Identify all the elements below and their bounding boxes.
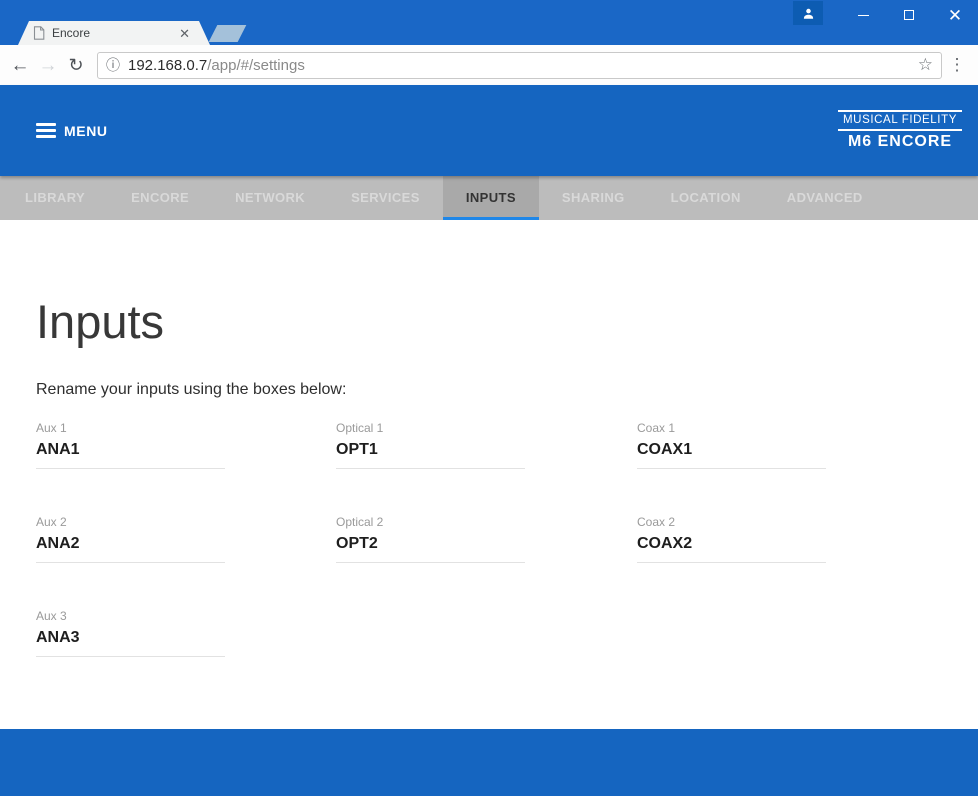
rename-input-opt1[interactable] (336, 434, 525, 469)
tab-inputs[interactable]: INPUTS (442, 176, 539, 220)
input-label: Optical 1 (336, 420, 384, 435)
rename-input-ana3[interactable] (36, 622, 225, 657)
rename-input-opt2[interactable] (336, 528, 525, 563)
page-info-icon[interactable]: ⓘ (106, 55, 120, 75)
menu-button[interactable]: MENU (36, 123, 108, 139)
url-path: /app/#/settings (207, 56, 305, 74)
brand-name: MUSICAL FIDELITY (838, 110, 962, 131)
brand-logo: MUSICAL FIDELITY M6 ENCORE (838, 110, 962, 151)
product-name: M6 ENCORE (847, 133, 953, 150)
input-label: Aux 2 (36, 514, 67, 529)
person-icon (803, 8, 813, 19)
input-field-group: Coax 1 (637, 421, 937, 469)
input-label: Optical 2 (336, 514, 384, 529)
menu-label: MENU (64, 122, 108, 139)
url-host: 192.168.0.7 (128, 56, 208, 74)
tab-network[interactable]: NETWORK (212, 176, 328, 220)
browser-tab-title: Encore (52, 26, 91, 40)
bookmark-star-icon[interactable]: ☆ (918, 55, 933, 75)
input-label: Coax 1 (637, 420, 676, 435)
settings-nav: LIBRARY ENCORE NETWORK SERVICES INPUTS SHARIN… (0, 176, 978, 220)
close-icon: ✕ (947, 5, 963, 25)
input-label: Aux 1 (36, 420, 67, 435)
input-field-group: Aux 2 (36, 515, 336, 563)
new-tab-button[interactable] (208, 25, 247, 42)
tab-close-icon[interactable]: ✕ (177, 27, 192, 40)
input-field-group: Optical 2 (336, 515, 637, 563)
inputs-grid: Aux 1 Optical 1 Coax 1 Aux 2 Optical 2 Coax 2… (36, 421, 942, 657)
minimize-button[interactable] (840, 0, 886, 30)
maximize-button[interactable] (886, 0, 932, 30)
page-title: Inputs (36, 295, 165, 348)
hamburger-icon (36, 123, 56, 138)
rename-input-coax1[interactable] (637, 434, 826, 469)
close-button[interactable]: ✕ (932, 0, 978, 30)
minimize-icon (857, 14, 869, 16)
input-field-group: Aux 1 (36, 421, 336, 469)
browser-titlebar: Encore ✕ ✕ (0, 0, 978, 45)
browser-toolbar: ← → ↻ ⓘ 192.168.0.7/app/#/settings ☆ ⋮ (0, 45, 978, 85)
page-favicon-icon (33, 26, 45, 40)
tab-encore[interactable]: ENCORE (108, 176, 212, 220)
browser-menu-icon[interactable]: ⋮ (942, 55, 972, 75)
app-footer (0, 729, 978, 796)
page-subtitle: Rename your inputs using the boxes below… (36, 380, 347, 398)
browser-tab[interactable]: Encore ✕ (18, 21, 210, 45)
input-field-group: Coax 2 (637, 515, 937, 563)
app-header: MENU MUSICAL FIDELITY M6 ENCORE (0, 85, 978, 176)
tab-library[interactable]: LIBRARY (2, 176, 108, 220)
input-label: Aux 3 (36, 608, 67, 623)
address-bar[interactable]: ⓘ 192.168.0.7/app/#/settings ☆ (97, 51, 942, 79)
main-content: Inputs Rename your inputs using the boxe… (0, 220, 978, 729)
back-icon[interactable]: ← (6, 56, 34, 75)
tab-sharing[interactable]: SHARING (539, 176, 648, 220)
rename-input-ana1[interactable] (36, 434, 225, 469)
maximize-icon (904, 10, 914, 20)
input-field-group: Aux 3 (36, 609, 336, 657)
input-label: Coax 2 (637, 514, 676, 529)
tab-advanced[interactable]: ADVANCED (764, 176, 886, 220)
profile-button[interactable] (793, 1, 823, 25)
rename-input-ana2[interactable] (36, 528, 225, 563)
input-field-group: Optical 1 (336, 421, 637, 469)
forward-icon[interactable]: → (34, 56, 62, 75)
rename-input-coax2[interactable] (637, 528, 826, 563)
tab-services[interactable]: SERVICES (328, 176, 443, 220)
reload-icon[interactable]: ↻ (62, 56, 90, 74)
url-text: 192.168.0.7/app/#/settings (128, 57, 912, 74)
tab-location[interactable]: LOCATION (648, 176, 764, 220)
